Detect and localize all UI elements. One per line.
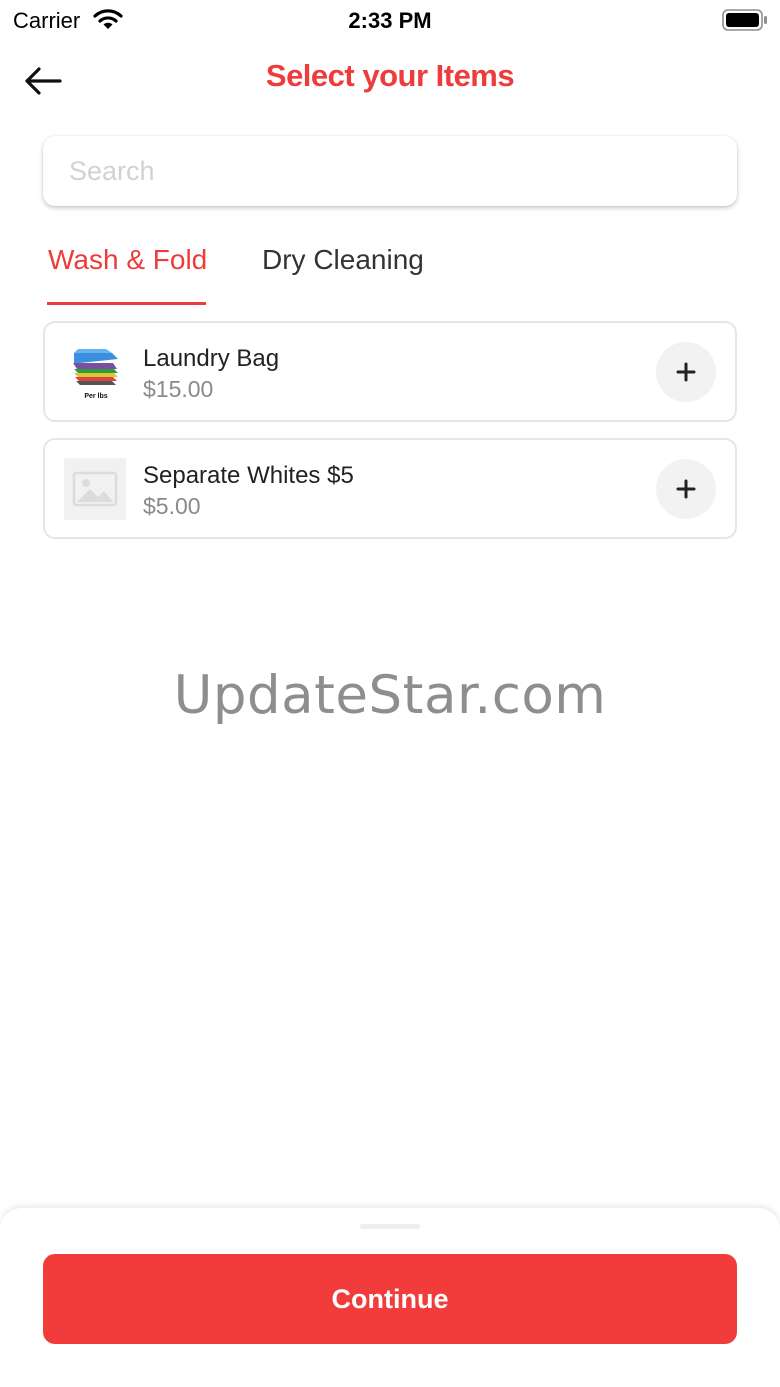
status-bar: Carrier 2:33 PM (0, 0, 780, 40)
watermark: UpdateStar.com (173, 665, 607, 726)
drag-handle[interactable] (360, 1224, 420, 1229)
active-tab-indicator (47, 302, 206, 305)
battery-icon (722, 9, 768, 36)
image-placeholder-icon (64, 458, 126, 520)
add-item-button[interactable] (656, 459, 716, 519)
item-price: $5.00 (143, 493, 201, 519)
add-item-button[interactable] (656, 342, 716, 402)
list-item: Separate Whites $5 $5.00 (43, 438, 737, 539)
search-box (43, 136, 737, 206)
tab-wash-fold[interactable]: Wash & Fold (48, 244, 207, 276)
plus-icon (676, 479, 696, 499)
search-input[interactable] (43, 136, 737, 206)
list-item: Per lbs Laundry Bag $15.00 (43, 321, 737, 422)
thumb-caption: Per lbs (84, 393, 107, 400)
page-title: Select your Items (265, 58, 515, 93)
plus-icon (676, 362, 696, 382)
item-name: Laundry Bag (143, 345, 280, 372)
item-name: Separate Whites $5 (143, 462, 354, 489)
item-price: $15.00 (143, 376, 214, 402)
bottom-sheet: Continue (0, 1207, 780, 1387)
tab-dry-cleaning[interactable]: Dry Cleaning (262, 244, 424, 276)
folded-clothes-icon: Per lbs (64, 341, 126, 403)
clock: 2:33 PM (348, 8, 432, 33)
continue-button[interactable]: Continue (43, 1254, 737, 1344)
